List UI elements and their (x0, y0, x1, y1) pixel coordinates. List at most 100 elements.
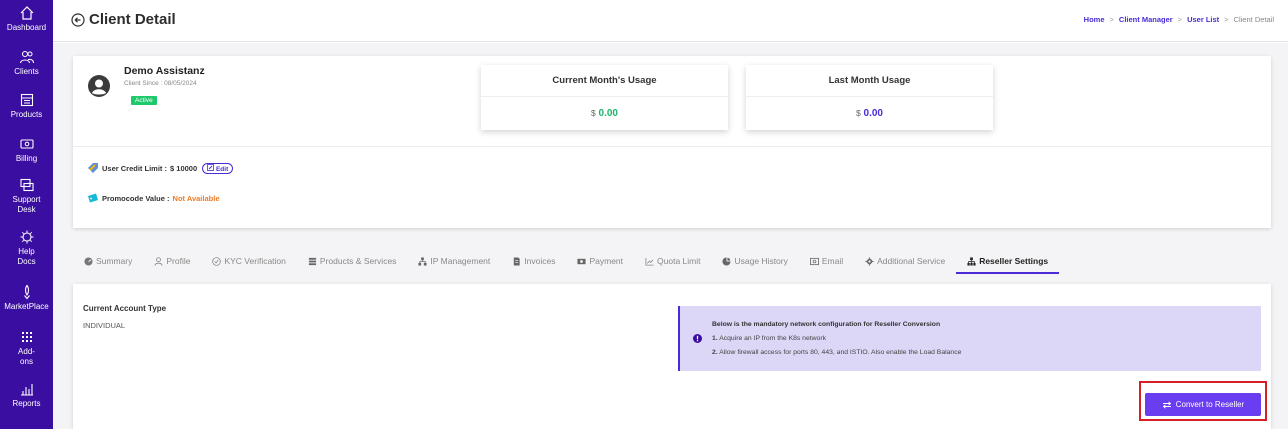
edit-credit-button[interactable]: Edit (202, 162, 234, 174)
tab-profile[interactable]: Profile (143, 249, 201, 273)
sidebar-item-label: Billing (15, 154, 38, 163)
support-icon (19, 178, 34, 192)
client-since: Client Since : 08/05/2024 (124, 80, 197, 87)
tab-label: Usage History (734, 256, 788, 266)
info-line-number: 1. (712, 335, 718, 342)
client-summary-card: Demo Assistanz Client Since : 08/05/2024… (73, 56, 1271, 228)
tab-label: IP Management (430, 256, 491, 266)
usage-icon (722, 256, 732, 266)
back-arrow-icon[interactable] (71, 13, 85, 27)
credit-limit-value: $ 10000 (170, 163, 198, 173)
tab-email[interactable]: Email (799, 249, 854, 273)
marketplace-icon (23, 284, 30, 300)
breadcrumb-separator: > (1224, 15, 1229, 24)
kyc-icon (212, 256, 222, 266)
breadcrumb-separator: > (1109, 15, 1114, 24)
invoice-icon (514, 256, 520, 266)
credit-limit-row: User Credit Limit : $ 10000 Edit (87, 162, 234, 174)
billing-icon (19, 139, 34, 149)
tab-usage-history[interactable]: Usage History (711, 249, 798, 273)
last-usage-value: $ 0.00 (746, 97, 993, 129)
sidebar-item-marketplace[interactable]: MarketPlace (0, 284, 53, 312)
ip-icon (418, 256, 427, 266)
tab-payment[interactable]: Payment (566, 249, 634, 273)
profile-icon (154, 256, 163, 266)
sidebar-item-label: Support Desk (12, 195, 41, 214)
sidebar-item-addons[interactable]: Add-ons (0, 329, 53, 367)
tab-label: Additional Service (877, 256, 946, 266)
tab-kyc-verification[interactable]: KYC Verification (201, 249, 296, 273)
current-usage-value: $ 0.00 (481, 97, 728, 129)
last-usage-title: Last Month Usage (746, 65, 993, 97)
currency-symbol: $ (591, 108, 596, 118)
ticket-icon (88, 193, 98, 203)
sidebar-item-dashboard[interactable]: Dashboard (0, 5, 53, 33)
breadcrumb-user-list[interactable]: User List (1187, 15, 1219, 24)
sidebar-item-billing[interactable]: Billing (0, 136, 53, 164)
tab-label: Quota Limit (657, 256, 701, 266)
info-icon (693, 334, 702, 343)
sidebar-item-label: Reports (12, 399, 41, 408)
divider (73, 146, 1271, 147)
info-line: 2. Allow firewall access for ports 80, 4… (712, 349, 961, 356)
info-title: Below is the mandatory network configura… (712, 321, 941, 328)
tab-reseller-settings[interactable]: Reseller Settings (956, 249, 1060, 274)
tab-invoices[interactable]: Invoices (501, 249, 566, 273)
sidebar-item-label: Help Docs (17, 247, 36, 266)
sidebar: Dashboard Clients Products Billing Suppo… (0, 0, 53, 429)
breadcrumb-separator: > (1177, 15, 1183, 24)
products-icon (20, 93, 33, 107)
sidebar-item-reports[interactable]: Reports (0, 381, 53, 409)
tag-icon (88, 163, 98, 173)
edit-icon (207, 163, 215, 171)
page-header: Client Detail Home > Client Manager > Us… (53, 0, 1288, 42)
help-icon (20, 230, 33, 244)
last-month-usage-card: Last Month Usage $ 0.00 (746, 65, 993, 130)
users-icon (19, 50, 34, 64)
convert-to-reseller-button[interactable]: Convert to Reseller (1145, 393, 1261, 416)
tab-ip-management[interactable]: IP Management (407, 249, 501, 273)
avatar (88, 75, 110, 97)
info-line-number: 2. (712, 349, 718, 356)
status-badge: Active (131, 96, 157, 105)
swap-icon (1162, 400, 1171, 409)
sidebar-item-clients[interactable]: Clients (0, 49, 53, 77)
promocode-label: Promocode Value : (102, 193, 170, 203)
payment-icon (577, 258, 587, 264)
products-services-icon (308, 257, 316, 265)
tab-quota-limit[interactable]: Quota Limit (634, 249, 711, 273)
breadcrumb-current: Client Detail (1233, 15, 1274, 24)
client-tabs: Summary Profile KYC Verification Product… (73, 249, 1271, 274)
home-icon (20, 6, 33, 20)
summary-icon (84, 256, 93, 266)
reports-icon (20, 384, 33, 396)
breadcrumb-client-manager[interactable]: Client Manager (1119, 15, 1173, 24)
current-month-usage-card: Current Month's Usage $ 0.00 (481, 65, 728, 130)
sidebar-item-label: Dashboard (6, 23, 47, 32)
breadcrumb: Home > Client Manager > User List > Clie… (1084, 15, 1274, 24)
tab-label: Summary (96, 256, 133, 266)
info-line-text: Allow firewall access for ports 80, 443,… (719, 349, 962, 356)
reseller-icon (967, 256, 976, 266)
tab-label: Invoices (524, 256, 556, 266)
client-name: Demo Assistanz (124, 65, 205, 77)
breadcrumb-home[interactable]: Home (1084, 15, 1105, 24)
sidebar-item-label: MarketPlace (4, 302, 49, 311)
email-icon (809, 257, 819, 265)
sidebar-item-products[interactable]: Products (0, 92, 53, 120)
tab-additional-service[interactable]: Additional Service (854, 249, 956, 273)
sidebar-item-help-docs[interactable]: Help Docs (0, 229, 53, 267)
info-line-text: Acquire an IP from the K8s network (719, 335, 826, 342)
sidebar-item-support-desk[interactable]: Support Desk (0, 177, 53, 215)
tab-label: Products & Services (319, 256, 397, 266)
info-line: 1. Acquire an IP from the K8s network (712, 335, 826, 342)
account-type-value: INDIVIDUAL (83, 321, 126, 330)
tab-products-services[interactable]: Products & Services (297, 249, 408, 273)
sidebar-item-label: Clients (14, 67, 39, 76)
tab-summary[interactable]: Summary (73, 249, 143, 273)
reseller-settings-card: Current Account Type INDIVIDUAL Below is… (73, 284, 1271, 429)
edit-label: Edit (215, 165, 229, 173)
promocode-value: Not Available (172, 193, 220, 203)
reseller-info-alert: Below is the mandatory network configura… (678, 306, 1261, 371)
addons-icon (21, 332, 32, 342)
